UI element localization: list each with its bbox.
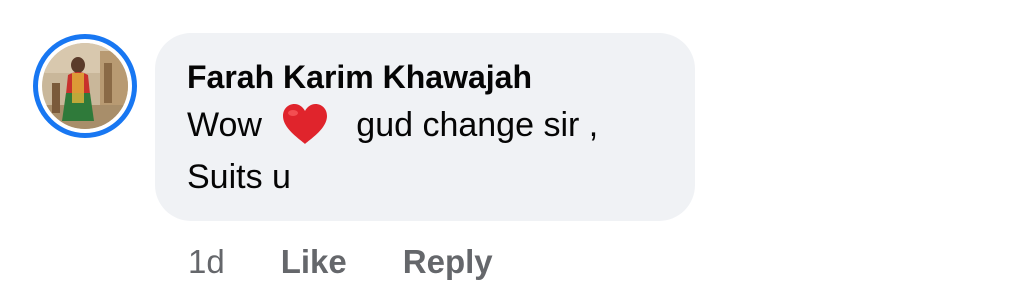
comment-timestamp[interactable]: 1d xyxy=(188,243,225,281)
avatar[interactable] xyxy=(33,34,137,138)
comment-text: Wow gud change sir , Suits u xyxy=(187,99,663,203)
red-heart-icon xyxy=(283,104,328,144)
comment-text-start: Wow xyxy=(187,106,272,144)
like-button[interactable]: Like xyxy=(281,243,347,281)
profile-photo xyxy=(42,43,128,129)
comment-bubble: Farah Karim Khawajah Wow gud change sir … xyxy=(155,33,695,221)
reply-button[interactable]: Reply xyxy=(403,243,493,281)
author-name[interactable]: Farah Karim Khawajah xyxy=(187,57,663,97)
comment: Farah Karim Khawajah Wow gud change sir … xyxy=(0,0,1024,302)
comment-actions: 1d Like Reply xyxy=(188,240,549,284)
